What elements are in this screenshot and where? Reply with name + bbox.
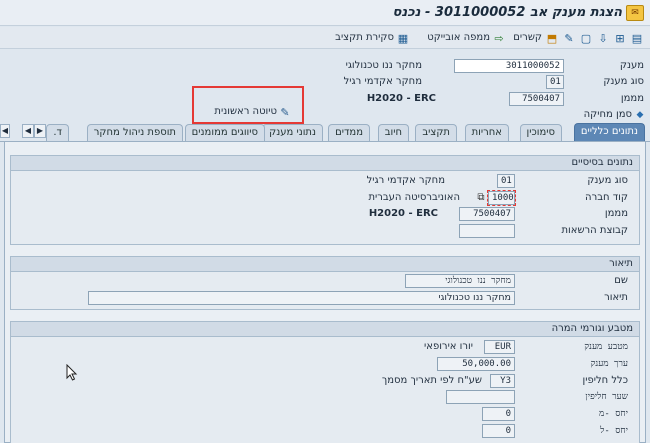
create-icon[interactable]: ⊞ (613, 31, 627, 45)
cur-ratio-from-label: יחס -מ (599, 409, 628, 419)
tab-scroll-first-button[interactable]: ◀ (0, 124, 10, 138)
cur-rate-rule-input: Y3 (490, 374, 515, 388)
cur-rate-rule-desc: שע"ח לפי תאריך מסמך (381, 375, 482, 386)
draft-status-label: טיוטה ראשונית (214, 106, 277, 117)
tab-references[interactable]: סימוכין (519, 124, 562, 141)
tab-research-mgmt[interactable]: תוספת ניהול מחקר (86, 124, 183, 141)
header-sponsor-input: 7500407 (509, 92, 564, 106)
header-grant-input[interactable]: 3011000052 (454, 59, 564, 73)
desc-name-label: שם (614, 275, 628, 286)
object-map-button[interactable]: ממפה אובייקט (427, 31, 490, 45)
tab-scroll-right-button[interactable]: ▶ (34, 124, 46, 138)
tab-scroll-controls: ◀ ◀ ▶ (0, 124, 46, 140)
menu-icon[interactable]: ✉ (626, 5, 644, 21)
links-button[interactable]: קשרים (513, 31, 542, 45)
edit-pencil-icon[interactable]: ✎ (562, 31, 576, 45)
company-code-copy-icon[interactable]: ⧉ (474, 191, 488, 205)
header-grant-type-desc: מחקר אקדמי רגיל (343, 76, 422, 87)
bd-sponsor-desc: H2020 - ERC (368, 208, 438, 219)
budget-review-button[interactable]: סקירת תקציב (335, 31, 394, 45)
bd-company-code-desc: האוניברסיטה העברית (368, 192, 460, 203)
header-sponsor-label: מממן (620, 93, 644, 104)
tab-dimensions[interactable]: ממדים (328, 124, 370, 141)
bd-company-code-label: קוד חברה (585, 192, 628, 203)
object-map-label: ממפה אובייקט (427, 32, 490, 43)
budget-review-icon[interactable]: ▦ (396, 31, 410, 45)
draft-edit-icon: ✎ (280, 105, 290, 119)
cur-ratio-to-label: יחס -ל (600, 426, 628, 436)
tab-billing[interactable]: חיוב (377, 124, 409, 141)
bd-auth-group-label: קבוצת הרשאות (561, 225, 628, 236)
cur-rate-label: שער חליפין (585, 392, 628, 402)
links-label: קשרים (513, 32, 542, 43)
deletion-flag-icon: ◆ (636, 109, 644, 120)
bd-auth-group-input (459, 224, 515, 238)
attachment-icon[interactable]: ⬒ (545, 31, 559, 45)
cur-currency-desc: יורו אירופאי (424, 341, 473, 352)
tab-responsibility[interactable]: אחריות (464, 124, 509, 141)
basic-data-section: נתונים בסיסיים (10, 155, 640, 245)
cur-grant-value-label: ערך מענק (590, 359, 628, 369)
header-grant-desc: מחקר ננו טכנולוגי (345, 60, 422, 71)
header-grant-type-label: סוג מענק (603, 76, 644, 87)
new-document-icon[interactable]: ▢ (579, 31, 593, 45)
bd-grant-type-label: סוג מענק (587, 175, 628, 186)
currency-section: מטבע וגורמי המרה (10, 321, 640, 443)
toolbar: ▤ ⊞ ⇩ ▢ ✎ ⬒ קשרים ⇨ ממפה אובייקט ▦ סקירת… (0, 27, 650, 49)
tab-general-data[interactable]: נתונים כלליים (573, 123, 645, 141)
window-title: הצגת מענק אב 3011000052 - נכנס (392, 5, 622, 20)
layout-icon[interactable]: ▤ (630, 31, 644, 45)
cur-currency-input: EUR (484, 340, 515, 354)
desc-desc-label: תיאור (604, 292, 628, 303)
header-grant-label: מענק (619, 60, 644, 71)
import-icon[interactable]: ⇩ (596, 31, 610, 45)
header-sponsor-desc: H2020 - ERC (366, 93, 436, 104)
cur-ratio-to-input: 0 (482, 424, 515, 438)
tab-scroll-left-button[interactable]: ◀ (22, 124, 34, 138)
bd-company-code-input: 1000 (487, 190, 516, 206)
deletion-flag-label: סמן מחיקה (583, 109, 632, 120)
header-grant-type-input: 01 (546, 75, 564, 89)
bd-sponsor-label: מממן (604, 208, 628, 219)
tab-grant-data[interactable]: נתוני מענק (262, 124, 323, 141)
cur-currency-label: מטבע מענק (584, 342, 628, 352)
currency-title: מטבע וגורמי המרה (11, 322, 639, 337)
mouse-cursor-icon (66, 364, 78, 381)
tab-more[interactable]: ד. (46, 124, 69, 141)
budget-review-label: סקירת תקציב (335, 32, 394, 43)
cur-rate-rule-label: כלל חליפין (582, 375, 629, 386)
desc-desc-input: מחקר ננו טכנולוגי (88, 291, 515, 305)
cur-rate-input (446, 390, 515, 404)
basic-data-title: נתונים בסיסיים (11, 156, 639, 171)
title-bar: הצגת מענק אב 3011000052 - נכנס ✉ (0, 0, 650, 26)
object-map-icon[interactable]: ⇨ (492, 31, 506, 45)
tab-budget[interactable]: תקציב (415, 124, 457, 141)
description-title: תיאור (11, 257, 639, 272)
tab-sponsored-classes[interactable]: סיווגים ממומנים (184, 124, 265, 141)
bd-grant-type-input: 01 (497, 174, 515, 188)
cur-grant-value-input: 50,000.00 (437, 357, 515, 371)
bd-sponsor-input: 7500407 (459, 207, 515, 221)
cur-ratio-from-input: 0 (482, 407, 515, 421)
desc-name-input: מחקר ננו טכנולוגי (405, 274, 515, 288)
bd-grant-type-desc: מחקר אקדמי רגיל (366, 175, 445, 186)
